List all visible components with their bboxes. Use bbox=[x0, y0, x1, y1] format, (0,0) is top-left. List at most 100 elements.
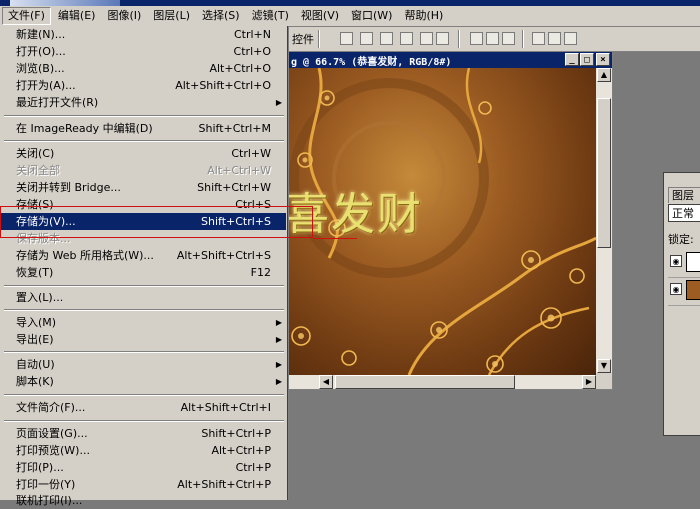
menu-item-save-for-web[interactable]: 存储为 Web 所用格式(W)... Alt+Shift+Ctrl+S bbox=[0, 247, 286, 264]
menu-view[interactable]: 视图(V) bbox=[296, 7, 344, 25]
menu-item-label: 在 ImageReady 中编辑(D) bbox=[16, 122, 153, 135]
menu-item-label: 打印一份(Y) bbox=[16, 478, 76, 491]
menu-item-label: 导出(E) bbox=[16, 333, 54, 346]
document-titlebar[interactable]: g @ 66.7% (恭喜发财, RGB/8#) _ □ × bbox=[289, 52, 612, 68]
menu-item-close-go-bridge[interactable]: 关闭并转到 Bridge... Shift+Ctrl+W bbox=[0, 179, 286, 196]
menu-item-print-preview[interactable]: 打印预览(W)... Alt+Ctrl+P bbox=[0, 442, 286, 459]
vertical-scroll-thumb[interactable] bbox=[597, 98, 611, 248]
scroll-right-icon[interactable]: ▶ bbox=[582, 375, 596, 389]
menu-item-save-version: 保存版本... bbox=[0, 230, 286, 247]
menu-item-edit-in-imageready[interactable]: 在 ImageReady 中编辑(D) Shift+Ctrl+M bbox=[0, 120, 286, 137]
scroll-left-icon[interactable]: ◀ bbox=[319, 375, 333, 389]
submenu-arrow-icon: ▶ bbox=[275, 360, 282, 369]
align-right-icon[interactable] bbox=[436, 32, 449, 45]
menu-item-shortcut: Shift+Ctrl+M bbox=[198, 122, 272, 135]
menu-edit[interactable]: 编辑(E) bbox=[53, 7, 101, 25]
eye-icon[interactable]: ◉ bbox=[670, 283, 682, 295]
maximize-button[interactable]: □ bbox=[580, 53, 594, 66]
menu-select[interactable]: 选择(S) bbox=[197, 7, 245, 25]
align-bottom-icon[interactable] bbox=[380, 32, 393, 45]
distribute-top-icon[interactable] bbox=[470, 32, 483, 45]
close-button[interactable]: × bbox=[596, 53, 610, 66]
menu-item-save[interactable]: 存储(S) Ctrl+S bbox=[0, 196, 286, 213]
image-canvas[interactable]: 喜发财 bbox=[289, 68, 596, 375]
menu-item-label: 联机打印(I)... bbox=[16, 494, 83, 507]
layer-thumbnail bbox=[686, 280, 700, 300]
menu-filter[interactable]: 滤镜(T) bbox=[247, 7, 294, 25]
distribute-center-icon[interactable] bbox=[548, 32, 561, 45]
menu-item-label: 脚本(K) bbox=[16, 375, 54, 388]
scroll-up-icon[interactable]: ▲ bbox=[597, 68, 611, 82]
distribute-left-icon[interactable] bbox=[532, 32, 545, 45]
submenu-arrow-icon: ▶ bbox=[275, 377, 282, 386]
layer-row[interactable]: ◉ bbox=[668, 249, 700, 278]
menu-file[interactable]: 文件(F) bbox=[2, 7, 51, 25]
menu-item-label: 恢复(T) bbox=[16, 266, 54, 279]
align-middle-icon[interactable] bbox=[360, 32, 373, 45]
menu-item-export[interactable]: 导出(E) ▶ bbox=[0, 331, 286, 348]
menu-item-scripts[interactable]: 脚本(K) ▶ bbox=[0, 373, 286, 390]
menu-item-shortcut: Ctrl+W bbox=[231, 147, 271, 160]
scroll-down-icon[interactable]: ▼ bbox=[597, 359, 611, 373]
menu-item-shortcut: Alt+Shift+Ctrl+P bbox=[177, 478, 271, 491]
menu-item-label: 打印预览(W)... bbox=[16, 444, 90, 457]
horizontal-scroll-thumb[interactable] bbox=[335, 375, 515, 389]
submenu-arrow-icon: ▶ bbox=[275, 335, 282, 344]
menu-item-shortcut: Alt+Shift+Ctrl+I bbox=[180, 401, 271, 414]
annotation-pointer-line bbox=[313, 238, 357, 239]
menu-item-print-one-copy[interactable]: 打印一份(Y) Alt+Shift+Ctrl+P bbox=[0, 476, 286, 493]
menu-item-print-online[interactable]: 联机打印(I)... bbox=[0, 492, 286, 509]
menu-separator bbox=[4, 351, 284, 353]
eye-icon[interactable]: ◉ bbox=[670, 255, 682, 267]
menu-separator bbox=[4, 115, 284, 117]
menu-item-open-as[interactable]: 打开为(A)... Alt+Shift+Ctrl+O bbox=[0, 77, 286, 94]
menu-item-automate[interactable]: 自动(U) ▶ bbox=[0, 356, 286, 373]
align-top-icon[interactable] bbox=[340, 32, 353, 45]
file-menu-dropdown: 新建(N)... Ctrl+N 打开(O)... Ctrl+O 浏览(B)... Al… bbox=[0, 26, 288, 507]
tab-layers[interactable]: 图层 bbox=[668, 187, 700, 203]
menu-item-label: 打开(O)... bbox=[16, 45, 66, 58]
distribute-bottom-icon[interactable] bbox=[502, 32, 515, 45]
align-center-icon[interactable] bbox=[420, 32, 433, 45]
menu-item-import[interactable]: 导入(M) ▶ bbox=[0, 314, 286, 331]
menu-item-browse[interactable]: 浏览(B)... Alt+Ctrl+O bbox=[0, 60, 286, 77]
menu-item-shortcut: Shift+Ctrl+W bbox=[197, 181, 271, 194]
menu-item-file-info[interactable]: 文件简介(F)... Alt+Shift+Ctrl+I bbox=[0, 399, 286, 416]
menu-item-shortcut: Shift+Ctrl+S bbox=[201, 215, 271, 228]
blend-mode-select[interactable]: 正常 bbox=[668, 204, 700, 222]
menu-window[interactable]: 窗口(W) bbox=[346, 7, 397, 25]
align-left-icon[interactable] bbox=[400, 32, 413, 45]
menu-item-save-as[interactable]: 存储为(V)... Shift+Ctrl+S bbox=[0, 213, 286, 230]
menu-layer[interactable]: 图层(L) bbox=[148, 7, 195, 25]
layer-row[interactable]: ◉ bbox=[668, 277, 700, 306]
menu-separator bbox=[4, 140, 284, 142]
menu-item-open[interactable]: 打开(O)... Ctrl+O bbox=[0, 43, 286, 60]
menu-item-new[interactable]: 新建(N)... Ctrl+N bbox=[0, 26, 286, 43]
toolbar-divider bbox=[522, 30, 524, 48]
distribute-middle-icon[interactable] bbox=[486, 32, 499, 45]
layers-panel: 图层 正常 锁定: ◉ ◉ bbox=[663, 172, 700, 436]
menu-item-shortcut: Alt+Ctrl+P bbox=[211, 444, 271, 457]
menu-item-shortcut: F12 bbox=[250, 266, 271, 279]
submenu-arrow-icon: ▶ bbox=[275, 98, 282, 107]
vertical-scrollbar[interactable]: ▲ ▼ bbox=[596, 68, 612, 373]
menu-help[interactable]: 帮助(H) bbox=[399, 7, 448, 25]
menu-item-close-all: 关闭全部 Alt+Ctrl+W bbox=[0, 162, 286, 179]
menu-item-label: 存储为(V)... bbox=[16, 215, 76, 228]
minimize-button[interactable]: _ bbox=[565, 53, 579, 66]
menu-item-shortcut: Alt+Shift+Ctrl+O bbox=[175, 79, 271, 92]
menu-item-recent-files[interactable]: 最近打开文件(R) ▶ bbox=[0, 94, 286, 111]
layer-thumbnail bbox=[686, 252, 700, 272]
menu-item-shortcut: Ctrl+P bbox=[235, 461, 271, 474]
menu-item-place[interactable]: 置入(L)... bbox=[0, 289, 286, 306]
horizontal-scrollbar[interactable]: ◀ ▶ bbox=[289, 375, 596, 389]
menu-item-close[interactable]: 关闭(C) Ctrl+W bbox=[0, 145, 286, 162]
menu-image[interactable]: 图像(I) bbox=[102, 7, 146, 25]
menu-item-print[interactable]: 打印(P)... Ctrl+P bbox=[0, 459, 286, 476]
menu-item-label: 打印(P)... bbox=[16, 461, 64, 474]
menu-separator bbox=[4, 285, 284, 287]
menu-item-page-setup[interactable]: 页面设置(G)... Shift+Ctrl+P bbox=[0, 425, 286, 442]
menu-item-label: 保存版本... bbox=[16, 232, 71, 245]
distribute-right-icon[interactable] bbox=[564, 32, 577, 45]
menu-item-revert[interactable]: 恢复(T) F12 bbox=[0, 264, 286, 281]
